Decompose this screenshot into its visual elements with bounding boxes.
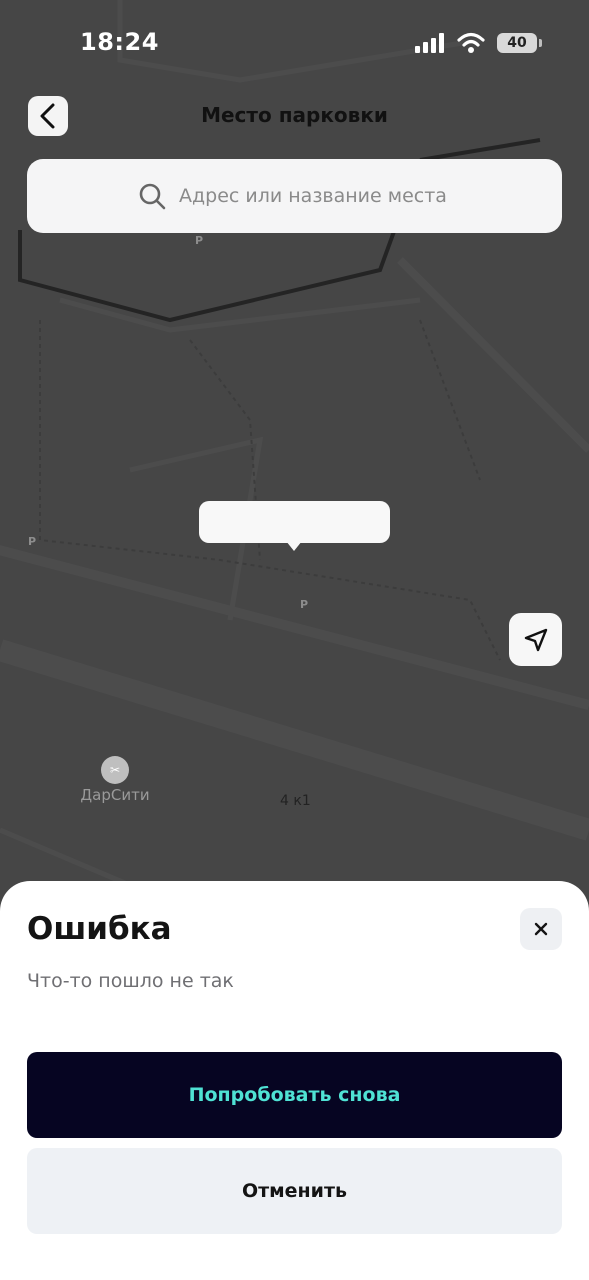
poi-label: ДарСити (80, 786, 150, 804)
cancel-button[interactable]: Отменить (27, 1148, 562, 1234)
search-icon (139, 183, 167, 215)
map-poi[interactable]: ✂ ДарСити (70, 756, 160, 804)
scissors-icon: ✂ (101, 756, 129, 784)
error-message: Что-то пошло не так (27, 970, 234, 992)
cellular-signal-icon (415, 33, 444, 53)
wifi-icon (457, 32, 485, 53)
retry-button[interactable]: Попробовать снова (27, 1052, 562, 1138)
parking-marker: P (28, 535, 37, 548)
battery-icon: 40 (497, 33, 542, 53)
status-time: 18:24 (80, 28, 159, 56)
sheet-title: Ошибка (27, 911, 172, 947)
house-number-label: 4 к1 (280, 793, 311, 809)
page-title: Место парковки (201, 103, 388, 127)
parking-marker: P (300, 598, 309, 611)
close-button[interactable] (520, 908, 562, 950)
search-input[interactable] (179, 185, 559, 207)
navigation-arrow-icon (524, 628, 547, 651)
error-bottom-sheet: Ошибка Что-то пошло не так Попробовать с… (0, 881, 589, 1280)
search-field[interactable] (27, 159, 562, 233)
map-bubble-pointer (286, 541, 302, 551)
close-icon (534, 922, 548, 936)
status-bar: 18:24 40 (0, 0, 589, 88)
locate-me-button[interactable] (509, 613, 562, 666)
parking-marker: P (195, 234, 204, 247)
status-icons: 40 (415, 32, 542, 54)
map-location-bubble (199, 501, 390, 543)
